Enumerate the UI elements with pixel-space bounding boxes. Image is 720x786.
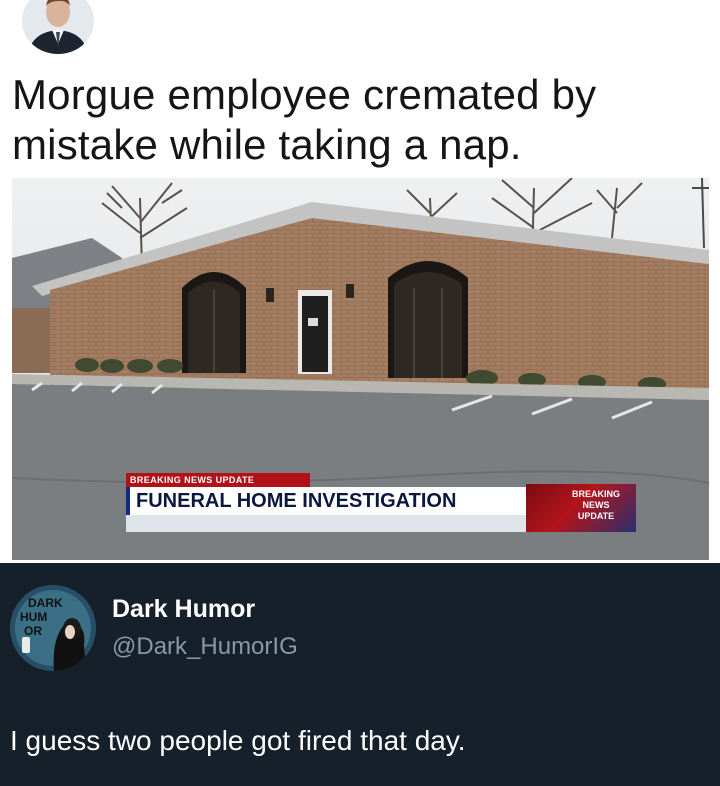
- author-handle[interactable]: @Dark_HumorIG: [112, 632, 298, 662]
- meme-headline: Morgue employee cremated by mistake whil…: [12, 71, 597, 168]
- logo-text-1: DARK: [28, 596, 63, 610]
- post-text: I guess two people got fired that day.: [10, 725, 466, 756]
- ticker-strip: [126, 515, 526, 532]
- badge-line-3: UPDATE: [577, 511, 615, 521]
- meme-author-avatar: [22, 0, 94, 54]
- post-card: DARK HUM OR Dark Humor @Dark_HumorIG I g…: [0, 563, 720, 786]
- logo-text-2: HUM: [20, 610, 47, 624]
- logo-text-3: OR: [24, 624, 42, 638]
- ticker-headline: FUNERAL HOME INVESTIGATION: [126, 487, 526, 515]
- avatar[interactable]: DARK HUM OR: [10, 585, 96, 671]
- breaking-news-badge: BREAKING NEWS UPDATE: [526, 484, 636, 532]
- meme-image: Morgue employee cremated by mistake whil…: [0, 0, 720, 563]
- badge-line-1: BREAKING: [571, 489, 620, 499]
- breaking-news-label: BREAKING NEWS UPDATE: [126, 473, 310, 487]
- badge-line-2: NEWS: [582, 500, 610, 510]
- author-display-name[interactable]: Dark Humor: [112, 594, 255, 624]
- person-portrait-icon: [22, 0, 94, 54]
- dark-humor-logo-icon: DARK HUM OR: [10, 585, 96, 671]
